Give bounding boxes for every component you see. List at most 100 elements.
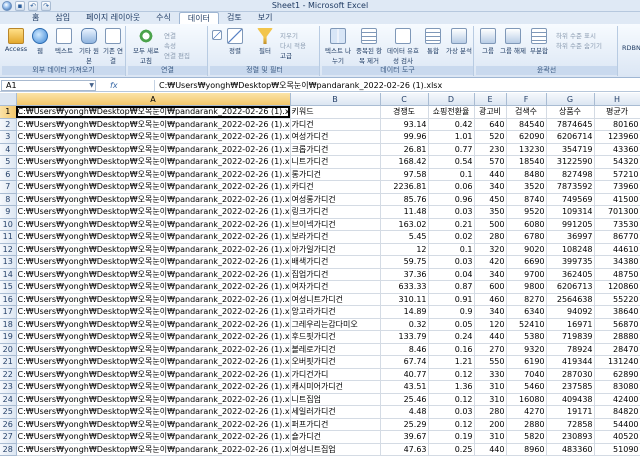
consolidate-button[interactable]: 통합 — [422, 28, 444, 55]
cell-f[interactable]: 13230 — [506, 143, 547, 156]
row-header[interactable]: 28 — [0, 443, 17, 456]
cell-e[interactable]: 550 — [474, 355, 507, 369]
cell-g[interactable]: 827498 — [546, 168, 595, 181]
cell-c[interactable]: 26.81 — [380, 143, 429, 156]
cell-g[interactable]: 399735 — [546, 255, 595, 269]
cell-a[interactable]: C:₩Users₩yongh₩Desktop₩오목눈이₩pandarank_20… — [16, 168, 291, 181]
cell-f[interactable]: 4270 — [506, 405, 547, 419]
sort-az-button[interactable] — [212, 30, 222, 41]
cell-c[interactable]: 12 — [380, 243, 429, 256]
advanced-filter-button[interactable]: 고급 — [280, 50, 292, 60]
hide-detail-button[interactable]: 하위 수준 숨기기 — [556, 40, 602, 50]
cell-e[interactable]: 440 — [474, 330, 507, 344]
tab-home[interactable]: 홈 — [24, 12, 47, 24]
cell-d[interactable]: 0.24 — [428, 330, 475, 344]
cell-a[interactable]: C:₩Users₩yongh₩Desktop₩오목눈이₩pandarank_20… — [16, 230, 291, 244]
row-header[interactable]: 20 — [0, 343, 17, 356]
cell-d[interactable]: 0.03 — [428, 405, 475, 419]
cell-a[interactable]: C:₩Users₩yongh₩Desktop₩오목눈이₩pandarank_20… — [16, 418, 291, 431]
cell-h[interactable]: 73530 — [594, 218, 640, 231]
cell-g[interactable]: 19171 — [546, 405, 595, 419]
cell-h[interactable]: 44610 — [594, 243, 640, 256]
cell-c[interactable]: 경쟁도 — [380, 105, 429, 119]
cell-g[interactable]: 72858 — [546, 418, 595, 431]
access-button[interactable]: Access — [4, 28, 28, 53]
cell-f[interactable]: 검색수 — [506, 105, 547, 119]
chevron-down-icon[interactable]: ▼ — [89, 81, 94, 90]
row-header[interactable]: 13 — [0, 255, 17, 269]
cell-g[interactable]: 419344 — [546, 355, 595, 369]
row-header[interactable]: 11 — [0, 230, 17, 244]
cell-b[interactable]: 집업가디건 — [290, 268, 381, 281]
cell-g[interactable]: 230893 — [546, 430, 595, 444]
cell-f[interactable]: 8960 — [506, 443, 547, 456]
remove-duplicates-button[interactable]: 중복된 항목 제거 — [354, 28, 384, 65]
cell-b[interactable]: 키워드 — [290, 105, 381, 119]
cell-a[interactable]: C:₩Users₩yongh₩Desktop₩오목눈이₩pandarank_20… — [16, 218, 291, 231]
cell-a[interactable]: C:₩Users₩yongh₩Desktop₩오목눈이₩pandarank_20… — [16, 130, 291, 144]
cell-g[interactable]: 3122590 — [546, 155, 595, 169]
cell-d[interactable]: 0.04 — [428, 268, 475, 281]
row-header[interactable]: 21 — [0, 355, 17, 369]
cell-d[interactable]: 0.12 — [428, 418, 475, 431]
row-header[interactable]: 8 — [0, 193, 17, 206]
cell-g[interactable]: 362405 — [546, 268, 595, 281]
cell-e[interactable]: 280 — [474, 230, 507, 244]
cell-a[interactable]: C:₩Users₩yongh₩Desktop₩오목눈이₩pandarank_20… — [16, 380, 291, 394]
cell-a[interactable]: C:₩Users₩yongh₩Desktop₩오목눈이₩pandarank_20… — [16, 293, 291, 306]
cell-h[interactable]: 51090 — [594, 443, 640, 456]
cell-e[interactable]: 570 — [474, 155, 507, 169]
cell-e[interactable]: 440 — [474, 168, 507, 181]
cell-h[interactable]: 48750 — [594, 268, 640, 281]
cell-f[interactable]: 2880 — [506, 418, 547, 431]
cell-f[interactable]: 3520 — [506, 180, 547, 194]
ungroup-button[interactable]: 그룹 해제 — [500, 28, 526, 55]
cell-a[interactable]: C:₩Users₩yongh₩Desktop₩오목눈이₩pandarank_20… — [16, 430, 291, 444]
cell-b[interactable]: 후드핏가디건 — [290, 330, 381, 344]
clear-filter-button[interactable]: 지우기 — [280, 30, 298, 40]
cell-c[interactable]: 40.77 — [380, 368, 429, 381]
cell-e[interactable]: 350 — [474, 205, 507, 219]
name-box[interactable]: A1 ▼ — [1, 80, 96, 91]
cell-g[interactable]: 7873592 — [546, 180, 595, 194]
cell-b[interactable]: 여성니트가디건 — [290, 293, 381, 306]
cell-g[interactable]: 719839 — [546, 330, 595, 344]
addin-button[interactable]: RDBN Add — [622, 44, 640, 52]
row-header[interactable]: 24 — [0, 393, 17, 406]
row-header[interactable]: 27 — [0, 430, 17, 444]
cell-a[interactable]: C:₩Users₩yongh₩Desktop₩오목눈이₩pandarank_20… — [16, 393, 291, 406]
cell-c[interactable]: 163.02 — [380, 218, 429, 231]
cell-h[interactable]: 40520 — [594, 430, 640, 444]
cell-f[interactable]: 7040 — [506, 368, 547, 381]
cell-h[interactable]: 123960 — [594, 130, 640, 144]
cell-a[interactable]: C:₩Users₩yongh₩Desktop₩오목눈이₩pandarank_20… — [16, 118, 291, 131]
column-header-g[interactable]: G — [546, 93, 595, 106]
column-header-c[interactable]: C — [380, 93, 429, 106]
row-header[interactable]: 4 — [0, 143, 17, 156]
cell-c[interactable]: 310.11 — [380, 293, 429, 306]
column-header-b[interactable]: B — [290, 93, 381, 106]
row-header[interactable]: 5 — [0, 155, 17, 169]
what-if-button[interactable]: 가상 분석 — [446, 28, 472, 55]
cell-g[interactable]: 109314 — [546, 205, 595, 219]
tab-data[interactable]: 데이터 — [178, 12, 219, 24]
cell-d[interactable]: 0.1 — [428, 168, 475, 181]
cell-g[interactable]: 749569 — [546, 193, 595, 206]
cell-b[interactable]: 여자가디건 — [290, 280, 381, 294]
cell-a[interactable]: C:₩Users₩yongh₩Desktop₩오목눈이₩pandarank_20… — [16, 193, 291, 206]
cell-d[interactable]: 1.21 — [428, 355, 475, 369]
cell-h[interactable]: 34380 — [594, 255, 640, 269]
cell-a[interactable]: C:₩Users₩yongh₩Desktop₩오목눈이₩pandarank_20… — [16, 268, 291, 281]
cell-e[interactable]: 340 — [474, 180, 507, 194]
row-header[interactable]: 10 — [0, 218, 17, 231]
row-header[interactable]: 7 — [0, 180, 17, 194]
cell-b[interactable]: 캐시미어가디건 — [290, 380, 381, 394]
cell-b[interactable]: 여성니트집업 — [290, 443, 381, 456]
cell-c[interactable]: 37.36 — [380, 268, 429, 281]
cell-f[interactable]: 9800 — [506, 280, 547, 294]
cell-f[interactable]: 8480 — [506, 168, 547, 181]
cell-c[interactable]: 47.63 — [380, 443, 429, 456]
cell-d[interactable]: 0.12 — [428, 393, 475, 406]
cell-a[interactable]: C:₩Users₩yongh₩Desktop₩오목눈이₩pandarank_20… — [16, 368, 291, 381]
cell-a[interactable]: C:₩Users₩yongh₩Desktop₩오목눈이₩pandarank_20… — [16, 305, 291, 319]
